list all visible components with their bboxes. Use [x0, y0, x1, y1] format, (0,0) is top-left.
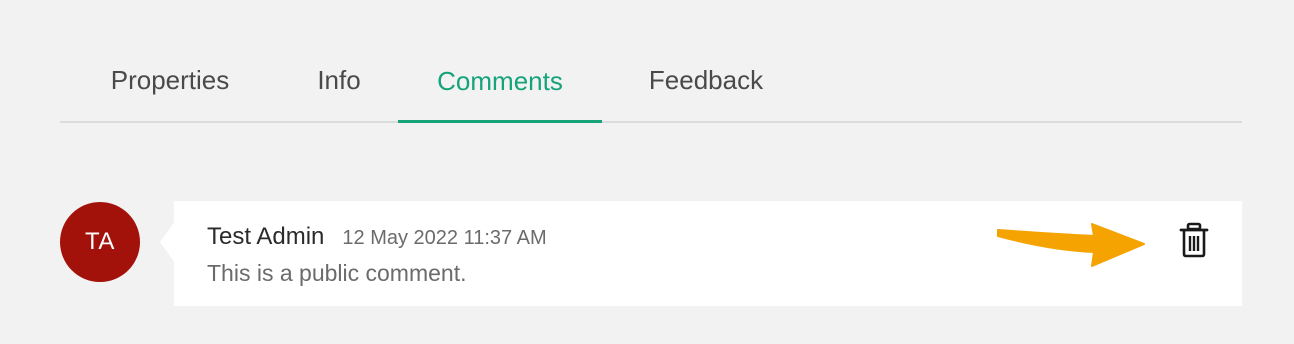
- avatar: TA: [60, 202, 140, 282]
- comment-text: This is a public comment.: [207, 260, 467, 286]
- delete-comment-button[interactable]: [1176, 220, 1212, 260]
- comment-author: Test Admin: [207, 223, 325, 250]
- comment-bubble-pointer: [160, 221, 175, 263]
- tab-comments[interactable]: Comments: [398, 40, 602, 123]
- tab-properties[interactable]: Properties: [60, 40, 280, 121]
- comment-meta: Test Admin 12 May 2022 11:37 AM: [207, 223, 547, 251]
- annotation-arrow-icon: [997, 223, 1145, 267]
- tab-feedback[interactable]: Feedback: [602, 40, 810, 121]
- comment-timestamp: 12 May 2022 11:37 AM: [342, 227, 547, 249]
- tab-info[interactable]: Info: [280, 40, 398, 121]
- tab-bar: Properties Info Comments Feedback: [60, 40, 1242, 123]
- trash-icon: [1179, 222, 1209, 258]
- comments-panel: Properties Info Comments Feedback TA Tes…: [0, 0, 1294, 344]
